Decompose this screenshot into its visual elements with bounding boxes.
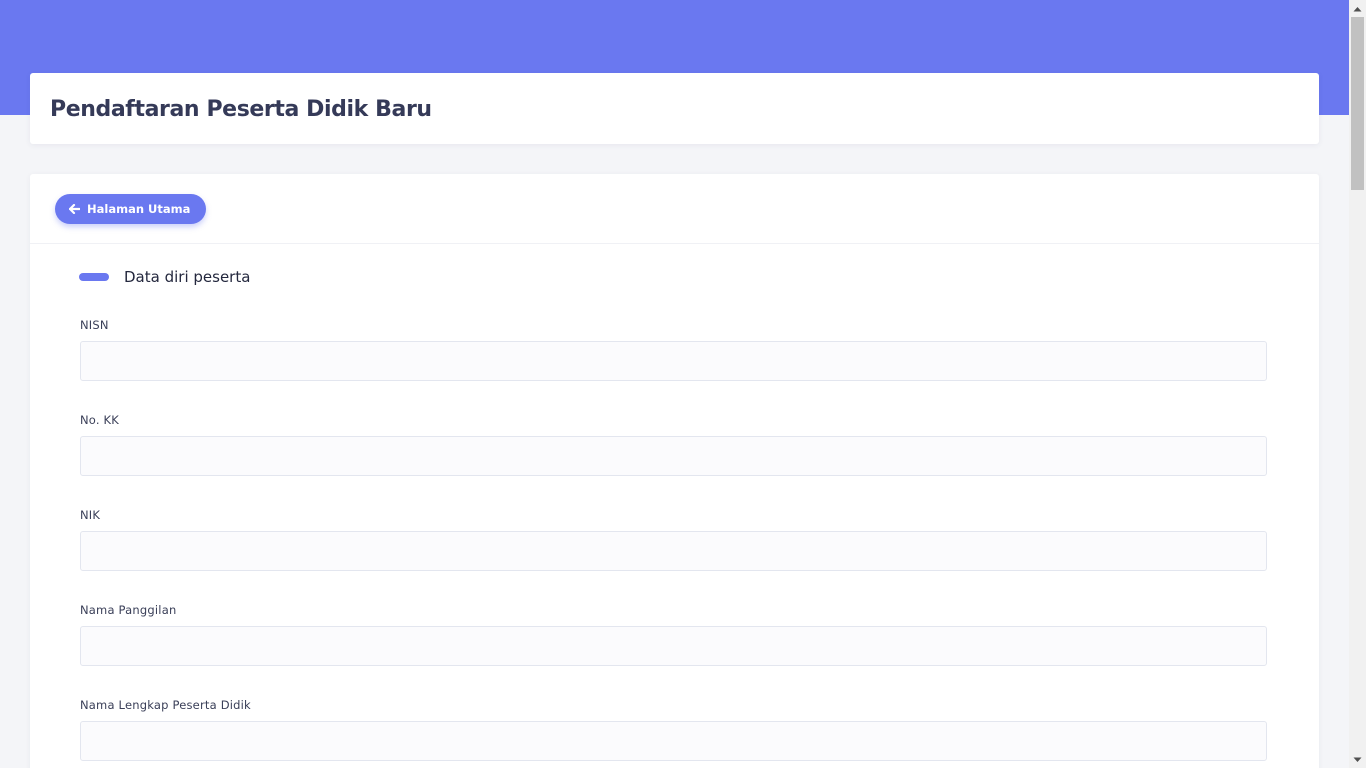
section-marker — [79, 273, 109, 281]
scroll-down-icon[interactable] — [1349, 751, 1366, 768]
arrow-left-icon — [69, 204, 80, 214]
nik-input[interactable] — [80, 531, 1267, 571]
scroll-up-icon[interactable] — [1349, 0, 1366, 17]
nisn-input[interactable] — [80, 341, 1267, 381]
vertical-scrollbar[interactable] — [1349, 0, 1366, 768]
scrollbar-thumb[interactable] — [1351, 17, 1364, 190]
no-kk-label: No. KK — [80, 413, 120, 427]
page-header-card: Pendaftaran Peserta Didik Baru — [30, 73, 1319, 144]
no-kk-input[interactable] — [80, 436, 1267, 476]
section-heading: Data diri peserta — [79, 268, 250, 286]
back-to-home-button[interactable]: Halaman Utama — [55, 194, 207, 224]
nama-panggilan-input[interactable] — [80, 626, 1267, 666]
nik-label: NIK — [80, 508, 101, 522]
nama-lengkap-label: Nama Lengkap Peserta Didik — [80, 698, 251, 712]
registration-form-card: Halaman Utama Data diri peserta NISN No.… — [30, 174, 1319, 768]
card-header: Halaman Utama — [30, 174, 1319, 244]
page: Pendaftaran Peserta Didik Baru Halaman U… — [0, 0, 1349, 768]
page-title: Pendaftaran Peserta Didik Baru — [50, 97, 432, 122]
nama-lengkap-input[interactable] — [80, 721, 1267, 761]
nisn-label: NISN — [80, 318, 109, 332]
section-title: Data diri peserta — [124, 268, 251, 286]
nama-panggilan-label: Nama Panggilan — [80, 603, 177, 617]
back-button-label: Halaman Utama — [87, 202, 191, 216]
